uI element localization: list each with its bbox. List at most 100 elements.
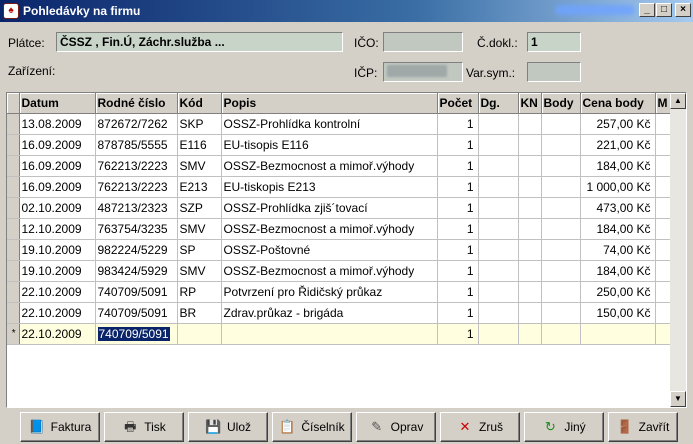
col-popis[interactable]: Popis xyxy=(221,93,438,114)
row-selector[interactable] xyxy=(7,197,20,219)
cell-rodne-cislo[interactable]: 740709/5091 xyxy=(95,281,178,303)
ico-field[interactable] xyxy=(383,32,463,52)
cell-cena-body[interactable]: 184,00 Kč xyxy=(580,218,656,240)
cell-popis[interactable]: EU-tiskopis E213 xyxy=(221,176,438,198)
cell-body[interactable] xyxy=(541,281,581,303)
cell-kn[interactable] xyxy=(518,323,542,345)
cell-kod[interactable] xyxy=(177,323,222,345)
table-row[interactable]: 22.10.2009 740709/5091 BR Zdrav.průkaz - br… xyxy=(7,302,673,324)
cell-dg[interactable] xyxy=(478,281,519,303)
cell-body[interactable] xyxy=(541,134,581,156)
cell-dg[interactable] xyxy=(478,155,519,177)
maximize-button[interactable]: □ xyxy=(656,3,672,17)
col-rodne-cislo[interactable]: Rodné číslo xyxy=(95,93,178,114)
cell-kn[interactable] xyxy=(518,239,542,261)
cell-pocet[interactable]: 1 xyxy=(437,134,479,156)
col-pocet[interactable]: Počet xyxy=(437,93,479,114)
cell-rodne-cislo[interactable]: 763754/3235 xyxy=(95,218,178,240)
scroll-down-icon[interactable]: ▼ xyxy=(670,391,686,407)
table-row[interactable]: 02.10.2009 487213/2323 SZP OSSZ-Prohlídka z… xyxy=(7,197,673,219)
cell-popis[interactable]: EU-tisopis E116 xyxy=(221,134,438,156)
cell-kod[interactable]: E116 xyxy=(177,134,222,156)
col-cena-body[interactable]: Cena body xyxy=(580,93,656,114)
cell-cena-body[interactable]: 150,00 Kč xyxy=(580,302,656,324)
table-row[interactable]: 19.10.2009 983424/5929 SMV OSSZ-Bezmocnost … xyxy=(7,260,673,282)
close-button[interactable]: × xyxy=(675,3,691,17)
row-selector[interactable] xyxy=(7,155,20,177)
cell-dg[interactable] xyxy=(478,323,519,345)
new-row[interactable]: * 22.10.2009 740709/5091 1 xyxy=(7,323,673,345)
tisk-button[interactable]: 🖶 Tisk xyxy=(104,412,184,442)
cell-popis[interactable]: OSSZ-Prohlídka zjiš´tovací xyxy=(221,197,438,219)
oprav-button[interactable]: ✎ Oprav xyxy=(356,412,436,442)
cell-cena-body[interactable]: 74,00 Kč xyxy=(580,239,656,261)
row-selector[interactable] xyxy=(7,281,20,303)
table-row[interactable]: 16.09.2009 878785/5555 E116 EU-tisopis E116… xyxy=(7,134,673,156)
col-dg[interactable]: Dg. xyxy=(478,93,519,114)
cell-pocet[interactable]: 1 xyxy=(437,113,479,135)
minimize-button[interactable]: _ xyxy=(639,3,655,17)
cell-pocet[interactable]: 1 xyxy=(437,218,479,240)
cell-pocet[interactable]: 1 xyxy=(437,197,479,219)
cell-pocet[interactable]: 1 xyxy=(437,281,479,303)
cell-dg[interactable] xyxy=(478,197,519,219)
cell-rodne-cislo[interactable]: 762213/2223 xyxy=(95,176,178,198)
cell-cena-body[interactable]: 184,00 Kč xyxy=(580,260,656,282)
cell-popis[interactable] xyxy=(221,323,438,345)
ciselnik-button[interactable]: 📋 Číselník xyxy=(272,412,352,442)
row-selector[interactable] xyxy=(7,134,20,156)
cell-rodne-cislo[interactable]: 982224/5229 xyxy=(95,239,178,261)
cell-datum[interactable]: 16.09.2009 xyxy=(19,155,96,177)
col-kod[interactable]: Kód xyxy=(177,93,222,114)
col-kn[interactable]: KN xyxy=(518,93,542,114)
cell-rodne-cislo[interactable]: 487213/2323 xyxy=(95,197,178,219)
cell-body[interactable] xyxy=(541,113,581,135)
cell-body[interactable] xyxy=(541,176,581,198)
cell-kn[interactable] xyxy=(518,134,542,156)
cell-datum[interactable]: 16.09.2009 xyxy=(19,134,96,156)
zrus-button[interactable]: ✕ Zruš xyxy=(440,412,520,442)
cell-cena-body[interactable]: 257,00 Kč xyxy=(580,113,656,135)
cell-cena-body[interactable]: 1 000,00 Kč xyxy=(580,176,656,198)
cell-body[interactable] xyxy=(541,323,581,345)
cell-popis[interactable]: OSSZ-Bezmocnost a mimoř.výhody xyxy=(221,260,438,282)
cell-pocet[interactable]: 1 xyxy=(437,302,479,324)
col-body[interactable]: Body xyxy=(541,93,581,114)
cell-kn[interactable] xyxy=(518,113,542,135)
zavrit-button[interactable]: 🚪 Zavřít xyxy=(608,412,678,442)
cell-rodne-cislo[interactable]: 762213/2223 xyxy=(95,155,178,177)
cell-datum[interactable]: 02.10.2009 xyxy=(19,197,96,219)
row-selector[interactable] xyxy=(7,302,20,324)
new-row-marker[interactable]: * xyxy=(7,323,20,345)
cell-pocet[interactable]: 1 xyxy=(437,260,479,282)
cell-dg[interactable] xyxy=(478,302,519,324)
cell-cena-body[interactable]: 473,00 Kč xyxy=(580,197,656,219)
cell-pocet[interactable]: 1 xyxy=(437,239,479,261)
cell-datum[interactable]: 22.10.2009 xyxy=(19,323,96,345)
cell-kod[interactable]: E213 xyxy=(177,176,222,198)
cell-popis[interactable]: OSSZ-Bezmocnost a mimoř.výhody xyxy=(221,218,438,240)
cell-popis[interactable]: Zdrav.průkaz - brigáda xyxy=(221,302,438,324)
row-selector[interactable] xyxy=(7,176,20,198)
cell-body[interactable] xyxy=(541,155,581,177)
cell-datum[interactable]: 22.10.2009 xyxy=(19,281,96,303)
cell-dg[interactable] xyxy=(478,134,519,156)
cell-body[interactable] xyxy=(541,302,581,324)
cell-body[interactable] xyxy=(541,197,581,219)
cell-pocet[interactable]: 1 xyxy=(437,155,479,177)
table-row[interactable]: 22.10.2009 740709/5091 RP Potvrzení pro Řid… xyxy=(7,281,673,303)
cell-kn[interactable] xyxy=(518,176,542,198)
cell-kn[interactable] xyxy=(518,197,542,219)
cell-dg[interactable] xyxy=(478,239,519,261)
cell-kod[interactable]: SMV xyxy=(177,218,222,240)
faktura-button[interactable]: 📘 Faktura xyxy=(20,412,100,442)
vertical-scrollbar[interactable]: ▲ ▼ xyxy=(670,93,686,407)
cell-kod[interactable]: SMV xyxy=(177,260,222,282)
scroll-up-icon[interactable]: ▲ xyxy=(670,93,686,109)
cell-body[interactable] xyxy=(541,239,581,261)
uloz-button[interactable]: 💾 Ulož xyxy=(188,412,268,442)
cell-popis[interactable]: Potvrzení pro Řidičský průkaz xyxy=(221,281,438,303)
cell-dg[interactable] xyxy=(478,218,519,240)
cell-datum[interactable]: 12.10.2009 xyxy=(19,218,96,240)
rodne-cislo-input[interactable]: 740709/5091 xyxy=(97,326,170,341)
